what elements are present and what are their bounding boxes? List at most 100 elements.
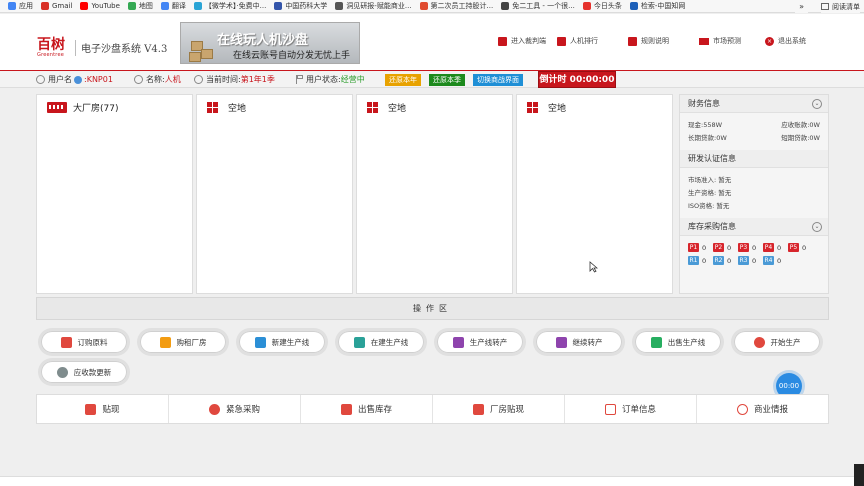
inventory-icon — [340, 403, 352, 415]
factory-panel-1[interactable]: 大厂房(77) — [36, 94, 193, 294]
nav-rules[interactable]: 规则说明 — [628, 36, 669, 46]
reading-list-button[interactable]: 阅读清单 — [821, 0, 860, 13]
business-intel-button[interactable]: 商业情报 — [697, 395, 828, 423]
promo-banner[interactable]: 在线玩人机沙盘 在线云账号自动分发无忧上手 — [180, 22, 360, 64]
factory-icon — [47, 102, 67, 113]
bookmark-item[interactable]: YouTube — [80, 2, 120, 10]
runner-icon — [452, 336, 464, 348]
app-title: 电子沙盘系统 V4.3 — [81, 44, 168, 55]
material-stock-item: R3 0 — [738, 256, 757, 265]
factory-title: 空地 — [388, 104, 407, 114]
empty-lot-icon — [367, 102, 378, 113]
bookmark-item[interactable]: 翻译 — [160, 1, 186, 11]
start-production-button[interactable]: 开始生产 — [731, 328, 823, 356]
house-icon — [159, 336, 171, 348]
bookmark-item[interactable]: 今日头条 — [582, 1, 622, 11]
convert-production-line-button[interactable]: 生产线转产 — [434, 328, 526, 356]
factory-discount-button[interactable]: 厂房贴现 — [433, 395, 565, 423]
factory-title: 大厂房(77) — [73, 104, 119, 114]
bookmark-item[interactable]: 中国药科大学 — [274, 1, 327, 11]
long-loan-value: 长期贷款:0W — [688, 134, 727, 142]
urgent-icon — [208, 403, 220, 415]
nav-market-forecast[interactable]: 市场预测 — [699, 36, 741, 46]
apps-icon — [8, 2, 16, 10]
material-stock-item: R2 0 — [713, 256, 732, 265]
factory-title: 空地 — [548, 104, 567, 114]
material-stock-list: R1 0 R2 0 R3 0 R4 0 — [680, 254, 828, 267]
operation-zone-header: 操作区 — [36, 297, 829, 320]
scrollbar[interactable] — [854, 464, 864, 486]
discount-icon — [85, 403, 97, 415]
logo: 百树 Greentree — [37, 37, 65, 58]
factory-panel-3[interactable]: 空地 — [356, 94, 513, 294]
search-icon — [629, 2, 638, 10]
continue-conversion-button[interactable]: 继续转产 — [533, 328, 625, 356]
username-field: 用户名 :KNP01 — [36, 74, 113, 85]
bookmarks-bar: 应用 Gmail YouTube 地图 翻译 【微学术】·免费中... 中国药科大学 洞见研报… — [0, 0, 864, 13]
report-icon — [335, 2, 344, 10]
short-loan-value: 短期贷款:0W — [781, 134, 820, 142]
order-icon — [604, 403, 616, 415]
rnd-section-header[interactable]: 研发认证信息 — [680, 150, 828, 168]
stock-section-header[interactable]: 库存采购信息 ⌄ — [680, 218, 828, 236]
building-production-line-button[interactable]: 在建生产线 — [335, 328, 427, 356]
bookmark-item[interactable]: 应用 — [8, 1, 33, 11]
bookmark-item[interactable]: 免二工具 - 一个很... — [501, 1, 575, 11]
nav-referee[interactable]: 进入裁判端 — [498, 36, 546, 46]
university-icon — [274, 2, 283, 10]
switch-battle-view-button[interactable]: 切换商战界面 — [473, 74, 523, 86]
bookmark-item[interactable]: 【微学术】·免费中... — [193, 1, 266, 11]
chevron-down-icon[interactable]: ⌄ — [812, 98, 822, 109]
exit-icon: × — [765, 36, 774, 46]
bottom-action-bar: 贴现 紧急采购 出售库存 厂房贴现 订单信息 商业情报 — [36, 394, 829, 424]
sell-production-line-button[interactable]: 出售生产线 — [632, 328, 724, 356]
market-access-value: 市场准入: 暂无 — [688, 176, 732, 184]
maps-icon — [127, 2, 136, 10]
bookmarks-overflow-button[interactable]: » — [795, 0, 808, 13]
bookmark-item[interactable]: 洞见研报-赋能商业... — [335, 1, 412, 11]
update-receivables-button[interactable]: 应收款更新 — [38, 358, 130, 386]
bookmark-item[interactable]: 第二次员工持股计... — [419, 1, 493, 11]
current-time-field: 当前时间: 第1年1季 — [194, 74, 275, 85]
restore-year-button[interactable]: 还原本年 — [385, 74, 421, 86]
user-icon — [134, 75, 143, 84]
user-state-field: 用户状态: 经营中 — [296, 74, 365, 85]
info-panel: 财务信息 ⌄ 现金:558W 应收账款:0W 长期贷款:0W 短期贷款:0W 研发认… — [679, 94, 829, 294]
factory-panel-4[interactable]: 空地 — [516, 94, 673, 294]
bookmark-item[interactable]: Gmail — [41, 2, 72, 10]
factory-panel-2[interactable]: 空地 — [196, 94, 353, 294]
sell-inventory-button[interactable]: 出售库存 — [301, 395, 433, 423]
product-stock-item: P5 0 — [788, 243, 807, 252]
urgent-purchase-button[interactable]: 紧急采购 — [169, 395, 301, 423]
countdown-timer: 倒计时 00:00:00 — [538, 71, 616, 88]
finance-section-header[interactable]: 财务信息 ⌄ — [680, 95, 828, 113]
reading-list-icon — [821, 3, 829, 10]
chevron-down-icon[interactable]: ⌄ — [812, 221, 822, 232]
news-icon — [582, 2, 591, 10]
calendar-icon — [60, 336, 72, 348]
material-stock-item: R1 0 — [688, 256, 707, 265]
construction-icon — [353, 336, 365, 348]
restore-season-button[interactable]: 还原本季 — [429, 74, 465, 86]
user-icon — [36, 75, 45, 84]
doc-icon — [419, 2, 428, 10]
start-icon — [753, 336, 765, 348]
mail-icon — [699, 37, 709, 45]
bookmark-item[interactable]: 地图 — [127, 1, 153, 11]
banner-subline: 在线云账号自动分发无忧上手 — [233, 51, 351, 61]
iso-qualification-value: ISO资格: 暂无 — [688, 202, 730, 210]
bookmark-item[interactable]: 检索-中国知网 — [629, 1, 685, 11]
crate-icon — [189, 52, 201, 62]
nav-exit[interactable]: × 退出系统 — [765, 36, 806, 46]
new-production-line-button[interactable]: 新建生产线 — [236, 328, 328, 356]
footer-strip — [0, 476, 864, 486]
order-material-button[interactable]: 订购原料 — [38, 328, 130, 356]
nav-ranking[interactable]: 人机排行 — [557, 36, 598, 46]
order-info-button[interactable]: 订单信息 — [565, 395, 697, 423]
factory-title: 空地 — [228, 104, 247, 114]
runner-icon — [555, 336, 567, 348]
mouse-cursor-icon — [589, 261, 598, 273]
discount-button[interactable]: 贴现 — [37, 395, 169, 423]
help-icon[interactable] — [74, 75, 82, 84]
buy-rent-factory-button[interactable]: 购租厂房 — [137, 328, 229, 356]
